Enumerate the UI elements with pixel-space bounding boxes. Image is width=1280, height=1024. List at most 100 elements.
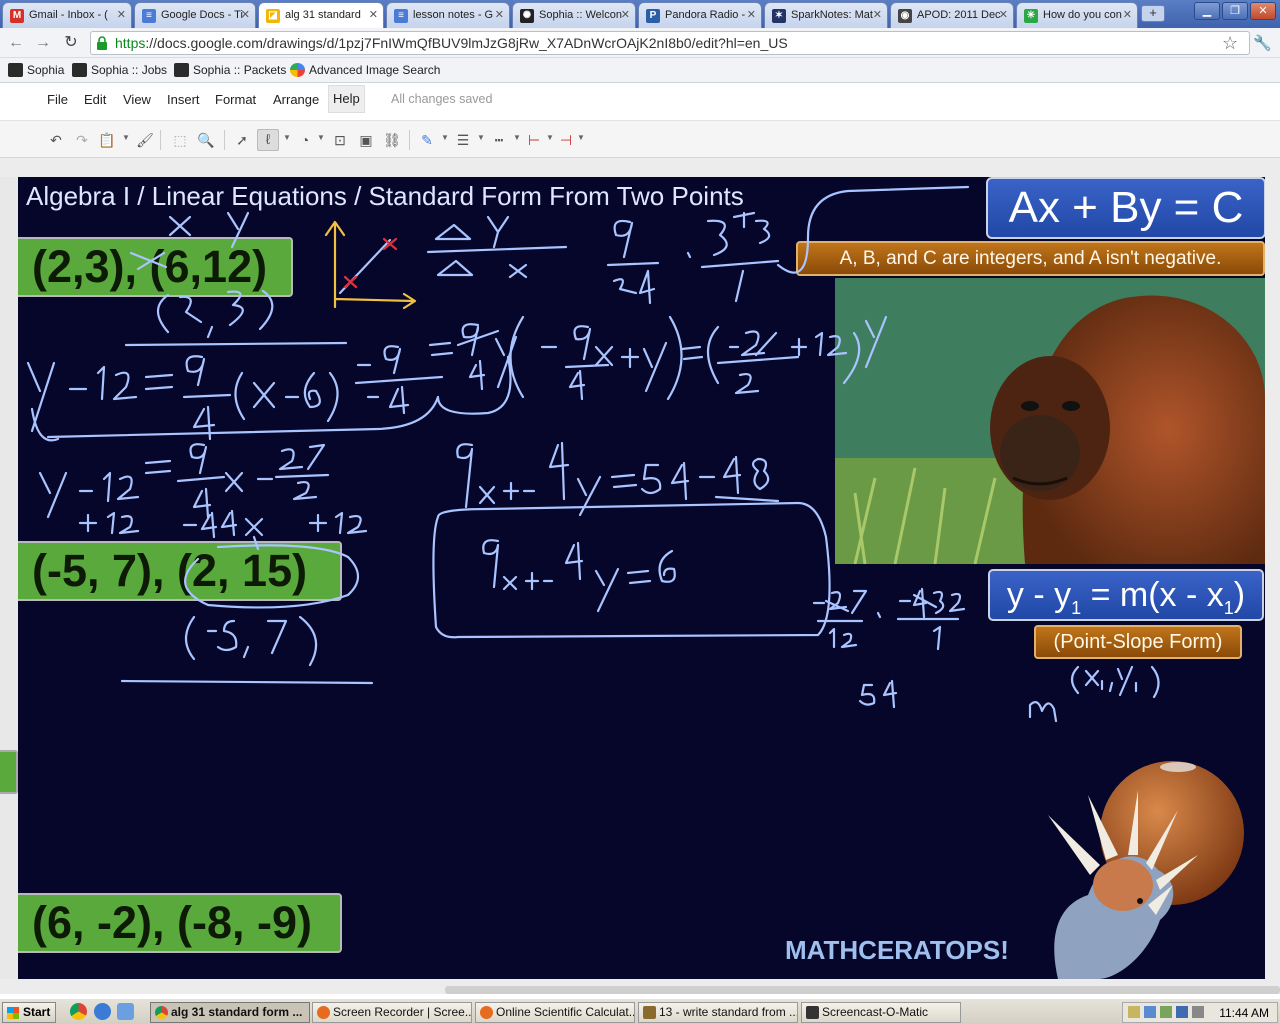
chevron-down-icon[interactable]: ▼ — [441, 133, 449, 142]
handwritten-ink-layer — [26, 185, 1160, 723]
select-arrow-icon[interactable]: ➚ — [233, 131, 251, 149]
restore-icon[interactable]: ❐ — [1222, 2, 1248, 20]
chevron-down-icon[interactable]: ▼ — [122, 133, 130, 142]
bookmark-star-icon[interactable]: ☆ — [1222, 33, 1238, 54]
menu-edit[interactable]: Edit — [80, 92, 110, 107]
chevron-down-icon[interactable]: ▼ — [577, 133, 585, 142]
tab-sparknotes[interactable]: ✶ SparkNotes: Mat ✕ — [764, 2, 888, 28]
horizontal-scrollbar[interactable] — [445, 986, 1280, 994]
close-window-icon[interactable]: ✕ — [1250, 2, 1276, 20]
google-docs-icon: ≡ — [394, 9, 408, 23]
offscreen-point-box[interactable] — [0, 750, 18, 794]
scribble-line-icon[interactable]: ℓ — [257, 129, 279, 151]
chevron-down-icon[interactable]: ▼ — [477, 133, 485, 142]
taskbar-clock[interactable]: 11:44 AM — [1219, 1006, 1269, 1020]
close-icon[interactable]: ✕ — [241, 8, 250, 21]
tab-how-do-you-con[interactable]: ✳ How do you con ✕ — [1016, 2, 1138, 28]
task-write-standard[interactable]: 13 - write standard from ... — [638, 1002, 798, 1023]
menu-arrange[interactable]: Arrange — [269, 92, 323, 107]
menu-file[interactable]: File — [43, 92, 72, 107]
address-bar[interactable]: https://docs.google.com/drawings/d/1pzj7… — [90, 31, 1250, 55]
image-icon[interactable]: ▣ — [357, 131, 375, 149]
menu-insert[interactable]: Insert — [163, 92, 204, 107]
paste-icon[interactable]: 📋 — [98, 131, 116, 149]
menu-help[interactable]: Help — [328, 85, 365, 113]
bookmark-sophia-packets[interactable]: Sophia :: Packets — [174, 63, 286, 77]
tab-sophia[interactable]: ✺ Sophia :: Welcon ✕ — [512, 2, 636, 28]
tab-label: Google Docs - Ti — [161, 9, 243, 21]
browser-tab-strip: M Gmail - Inbox - ( ✕ ≡ Google Docs - Ti… — [0, 0, 1280, 29]
line-end-icon[interactable]: ⊣ — [557, 131, 575, 149]
close-icon[interactable]: ✕ — [117, 8, 126, 21]
shape-icon[interactable]: ◔ — [296, 131, 314, 149]
tab-pandora[interactable]: P Pandora Radio - ✕ — [638, 2, 762, 28]
zoom-fit-icon[interactable]: ⬚ — [171, 131, 189, 149]
firefox-icon — [480, 1006, 493, 1019]
close-icon[interactable]: ✕ — [495, 8, 504, 21]
start-button[interactable]: Start — [2, 1002, 56, 1023]
new-tab-button[interactable]: + — [1141, 5, 1165, 22]
lock-icon — [97, 36, 107, 50]
chevron-down-icon[interactable]: ▼ — [513, 133, 521, 142]
tab-lesson-notes[interactable]: ≡ lesson notes - G ✕ — [386, 2, 510, 28]
close-icon[interactable]: ✕ — [369, 8, 378, 21]
forward-arrow-icon[interactable]: → — [33, 33, 53, 53]
line-weight-icon[interactable]: ☰ — [454, 131, 472, 149]
tab-gmail[interactable]: M Gmail - Inbox - ( ✕ — [2, 2, 132, 28]
url-scheme: https — [115, 35, 146, 51]
bookmark-sophia-jobs[interactable]: Sophia :: Jobs — [72, 63, 167, 77]
toolbar-divider — [409, 130, 410, 150]
url-path: ://docs.google.com/drawings/d/1pzj7FnIWm… — [145, 35, 788, 51]
zoom-icon[interactable]: 🔍 — [197, 131, 215, 149]
chevron-down-icon[interactable]: ▼ — [283, 133, 291, 142]
previous-slide-edge — [0, 177, 18, 979]
close-icon[interactable]: ✕ — [1123, 8, 1132, 21]
close-icon[interactable]: ✕ — [873, 8, 882, 21]
menu-view[interactable]: View — [119, 92, 155, 107]
chevron-down-icon[interactable]: ▼ — [546, 133, 554, 142]
tray-icon[interactable] — [1144, 1006, 1156, 1018]
tray-icon[interactable] — [1128, 1006, 1140, 1018]
menu-format[interactable]: Format — [211, 92, 260, 107]
tab-label: Gmail - Inbox - ( — [29, 9, 108, 21]
reload-icon[interactable]: ↻ — [61, 33, 81, 53]
drawing-canvas[interactable]: Algebra I / Linear Equations / Standard … — [18, 177, 1265, 979]
tab-alg-31-standard[interactable]: ◪ alg 31 standard ✕ — [258, 2, 384, 29]
bookmark-label: Advanced Image Search — [309, 63, 441, 77]
show-desktop-icon[interactable] — [117, 1003, 134, 1020]
link-icon[interactable]: ⛓ — [383, 131, 401, 149]
bookmark-advanced-image-search[interactable]: Advanced Image Search — [290, 63, 440, 77]
pandora-icon: P — [646, 9, 660, 23]
tab-apod[interactable]: ◉ APOD: 2011 Dec ✕ — [890, 2, 1014, 28]
wrench-icon[interactable]: 🔧 — [1253, 34, 1272, 52]
network-icon[interactable] — [1176, 1006, 1188, 1018]
firefox-icon — [317, 1006, 330, 1019]
bookmark-label: Sophia :: Jobs — [91, 63, 168, 77]
text-box-icon[interactable]: ⊡ — [331, 131, 349, 149]
line-dash-icon[interactable]: ┅ — [490, 131, 508, 149]
redo-icon[interactable]: ↷ — [73, 131, 91, 149]
task-alg-31[interactable]: alg 31 standard form ... — [150, 1002, 310, 1023]
minimize-icon[interactable]: ▁ — [1194, 2, 1220, 20]
tab-google-docs[interactable]: ≡ Google Docs - Ti ✕ — [134, 2, 256, 28]
close-icon[interactable]: ✕ — [621, 8, 630, 21]
tab-label: Sophia :: Welcon — [539, 9, 622, 21]
sophia-icon — [174, 63, 189, 77]
line-color-icon[interactable]: ✎ — [418, 131, 436, 149]
task-online-calculator[interactable]: Online Scientific Calculat... — [475, 1002, 635, 1023]
undo-icon[interactable]: ↶ — [47, 131, 65, 149]
line-start-icon[interactable]: ⊢ — [525, 131, 543, 149]
bookmark-sophia[interactable]: Sophia — [8, 63, 64, 77]
close-icon[interactable]: ✕ — [747, 8, 756, 21]
volume-icon[interactable] — [1192, 1006, 1204, 1018]
toolbar-divider — [160, 130, 161, 150]
back-arrow-icon[interactable]: ← — [6, 33, 26, 53]
task-screen-recorder[interactable]: Screen Recorder | Scree... — [312, 1002, 472, 1023]
chevron-down-icon[interactable]: ▼ — [317, 133, 325, 142]
tray-icon[interactable] — [1160, 1006, 1172, 1018]
task-screencast-o-matic[interactable]: Screencast-O-Matic — [801, 1002, 961, 1023]
chrome-icon[interactable] — [70, 1003, 87, 1020]
close-icon[interactable]: ✕ — [999, 8, 1008, 21]
ie-icon[interactable] — [94, 1003, 111, 1020]
paint-format-icon[interactable]: 🖌 — [136, 131, 154, 149]
